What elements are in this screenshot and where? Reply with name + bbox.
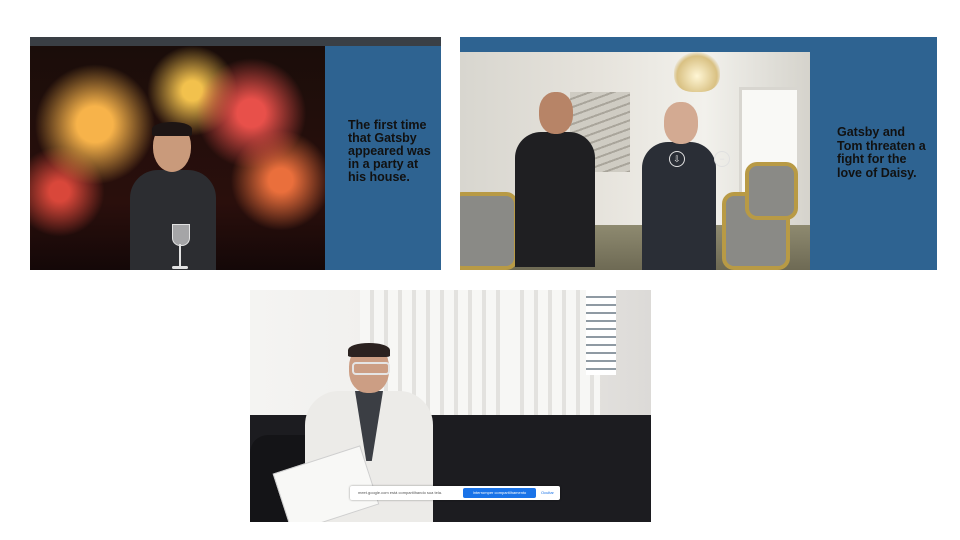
tom-figure xyxy=(642,102,716,270)
wine-glass xyxy=(170,224,190,270)
gatsby-figure xyxy=(515,92,595,267)
stop-sharing-button[interactable]: Interromper compartilhamento xyxy=(463,488,536,498)
armchair xyxy=(460,192,518,270)
gatsby-figure xyxy=(125,122,220,270)
fireworks-photo xyxy=(30,46,325,270)
slide-caption: Gatsby and Tom threaten a fight for the … xyxy=(837,125,926,180)
share-message: meet.google.com está compartilhando sua … xyxy=(358,490,443,495)
slide-caption: The first time that Gatsby appeared was … xyxy=(348,118,431,184)
screen-share-bar: meet.google.com está compartilhando sua … xyxy=(350,486,560,500)
glasses xyxy=(352,362,390,375)
webcam-feed: meet.google.com está compartilhando sua … xyxy=(250,290,651,522)
minus-circle-icon[interactable]: − xyxy=(714,151,730,167)
living-room-photo: ⇩ − xyxy=(460,52,810,270)
slide-gatsby-party: The first time that Gatsby appeared was … xyxy=(30,37,441,270)
slide-gatsby-tom-fight: ⇩ − Gatsby and Tom threaten a fight for … xyxy=(460,37,937,270)
slide-top-bar xyxy=(30,37,441,46)
pin-icon[interactable]: ⇩ xyxy=(669,151,685,167)
hide-button[interactable]: Ocultar xyxy=(541,490,554,495)
window-blinds xyxy=(586,290,616,375)
armchair xyxy=(745,162,798,220)
chandelier xyxy=(674,52,720,92)
